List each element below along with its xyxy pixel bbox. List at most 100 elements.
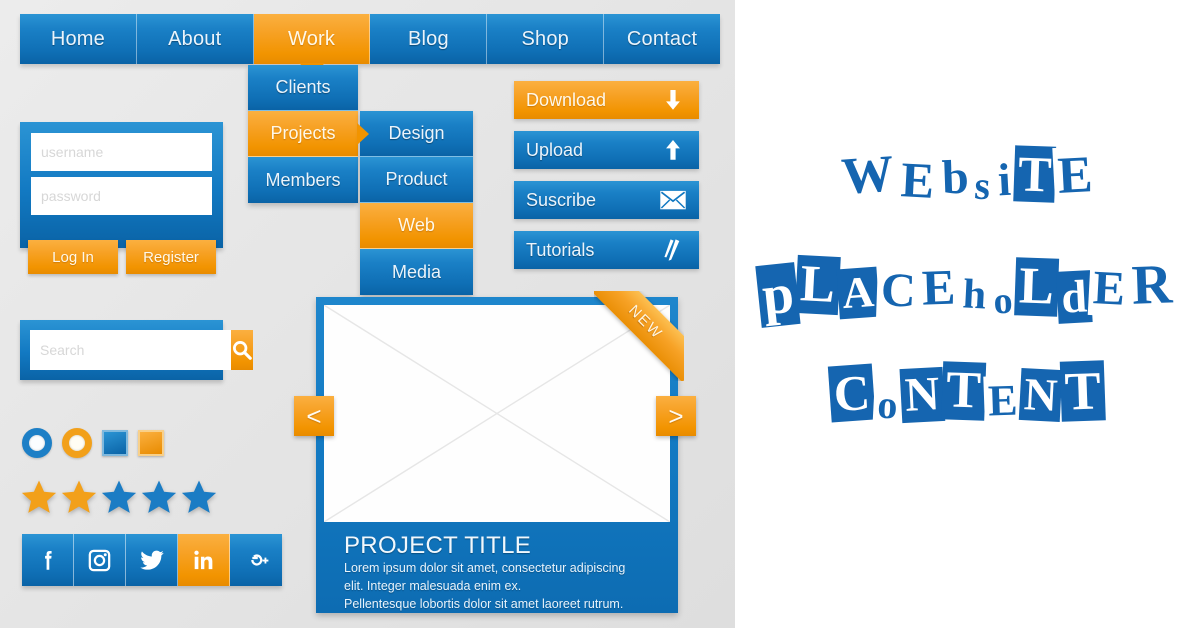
menu-item-product[interactable]: Product — [360, 157, 473, 203]
linkedin-icon — [193, 550, 212, 570]
tutorials-label: Tutorials — [526, 239, 595, 260]
ransom-letter: T — [1012, 145, 1057, 203]
ransom-letter: T — [941, 361, 987, 421]
ransom-letter: N — [899, 366, 945, 424]
googleplus-icon — [250, 554, 268, 566]
nav-item-contact[interactable]: Contact — [604, 14, 720, 64]
ransom-letter: o — [871, 381, 903, 429]
download-label: Download — [526, 89, 607, 110]
social-button-linkedin[interactable] — [178, 534, 230, 586]
register-button[interactable]: Register — [126, 240, 216, 274]
nav-item-shop[interactable]: Shop — [487, 14, 605, 64]
star-icon-2[interactable] — [60, 478, 98, 516]
menu-item-label: Projects — [270, 123, 336, 143]
slider-prev-button[interactable]: < — [294, 396, 334, 436]
placeholder-cross — [324, 305, 670, 522]
menu-item-label: Clients — [275, 77, 331, 97]
menu-item-design[interactable]: Design — [360, 111, 473, 157]
login-button-group: Log In Register — [28, 240, 216, 274]
username-input[interactable] — [31, 133, 212, 171]
menu-item-projects[interactable]: Projects — [248, 111, 358, 157]
ransom-letter: A — [836, 266, 880, 320]
social-button-instagram[interactable] — [74, 534, 126, 586]
menu-item-label: Design — [388, 123, 445, 143]
checkbox-orange[interactable] — [138, 430, 164, 456]
suscribe-label: Suscribe — [526, 189, 597, 210]
ransom-letter: W — [836, 144, 900, 208]
log-in-button[interactable]: Log In — [28, 240, 118, 274]
star-rating — [20, 478, 218, 516]
nav-label: About — [168, 27, 222, 50]
search-button[interactable] — [231, 330, 253, 370]
ransom-letter: p — [755, 262, 801, 328]
radio-blue[interactable] — [22, 428, 52, 458]
dropdown-menu-level-2: Design Product Web Media — [360, 111, 473, 295]
arrow-down-icon — [659, 87, 687, 113]
checkbox-blue[interactable] — [102, 430, 128, 456]
facebook-icon — [44, 551, 52, 570]
search-widget — [20, 320, 253, 380]
menu-item-clients[interactable]: Clients — [248, 65, 358, 111]
ransom-letter: E — [1088, 260, 1131, 318]
ransom-note-headline: WEbsiTE pLACEhoLdER CoNTENT — [735, 0, 1200, 628]
card-title: PROJECT TITLE — [344, 532, 532, 559]
slider-next-button[interactable]: > — [656, 396, 696, 436]
card-image-placeholder — [324, 305, 670, 522]
top-navigation-bar: Home About Work Blog Shop Contact — [20, 14, 720, 64]
nav-item-work[interactable]: Work — [253, 14, 371, 64]
nav-item-home[interactable]: Home — [20, 14, 137, 64]
slider-prev-label: < — [306, 400, 322, 431]
login-form — [20, 122, 223, 248]
star-icon-5[interactable] — [180, 478, 218, 516]
search-icon — [233, 341, 252, 360]
card-text-body: PROJECT TITLE Lorem ipsum dolor sit amet… — [324, 522, 670, 613]
suscribe-button[interactable]: Suscribe — [514, 181, 699, 219]
menu-item-label: Members — [265, 169, 341, 190]
social-links-bar — [22, 534, 282, 586]
menu-item-web[interactable]: Web — [360, 203, 473, 249]
ransom-letter: s — [969, 162, 997, 210]
ransom-letter: C — [828, 363, 877, 423]
ransom-letter: d — [1055, 270, 1093, 324]
ransom-letter: T — [1059, 360, 1106, 422]
menu-item-media[interactable]: Media — [360, 249, 473, 295]
ransom-letter: E — [983, 375, 1023, 427]
star-icon-3[interactable] — [100, 478, 138, 516]
ransom-letter: E — [895, 150, 941, 210]
ransom-line-1: WEbsiTE — [735, 137, 1200, 223]
nav-label: Shop — [521, 27, 569, 50]
instagram-icon — [88, 549, 111, 571]
ransom-letter: C — [875, 263, 921, 319]
project-card: PROJECT TITLE Lorem ipsum dolor sit amet… — [316, 291, 684, 613]
ransom-letter: b — [936, 150, 974, 206]
twitter-icon — [139, 550, 164, 570]
download-button[interactable]: Download — [514, 81, 699, 119]
search-input[interactable] — [30, 330, 231, 370]
password-input[interactable] — [31, 177, 212, 215]
social-button-googleplus[interactable] — [230, 534, 282, 586]
ui-kit-canvas: Home About Work Blog Shop Contact Log In… — [0, 0, 1200, 628]
arrow-up-icon — [659, 137, 687, 163]
social-button-facebook[interactable] — [22, 534, 74, 586]
ransom-letter: R — [1127, 253, 1178, 317]
ransom-letter: o — [988, 278, 1018, 324]
ransom-letter: E — [1052, 145, 1099, 207]
radio-orange[interactable] — [62, 428, 92, 458]
menu-item-members[interactable]: Members — [248, 157, 358, 203]
ransom-line-2: pLACEhoLdER — [735, 243, 1200, 339]
upload-button[interactable]: Upload — [514, 131, 699, 169]
nav-item-about[interactable]: About — [136, 14, 254, 64]
menu-item-label: Web — [398, 215, 435, 235]
card-body-line-1: Lorem ipsum dolor sit amet, consectetur … — [344, 561, 626, 575]
ransom-line-3: CoNTENT — [735, 352, 1200, 442]
ransom-letter: L — [795, 254, 841, 316]
star-icon-1[interactable] — [20, 478, 58, 516]
action-button-list: Download Upload Suscribe Tutorials — [514, 81, 699, 281]
upload-label: Upload — [526, 139, 584, 160]
star-icon-4[interactable] — [140, 478, 178, 516]
nav-item-blog[interactable]: Blog — [370, 14, 488, 64]
social-button-twitter[interactable] — [126, 534, 178, 586]
ransom-letter: h — [957, 270, 992, 320]
tutorials-button[interactable]: Tutorials — [514, 231, 699, 269]
dropdown-menu-level-1: Clients Projects Members — [248, 65, 358, 203]
